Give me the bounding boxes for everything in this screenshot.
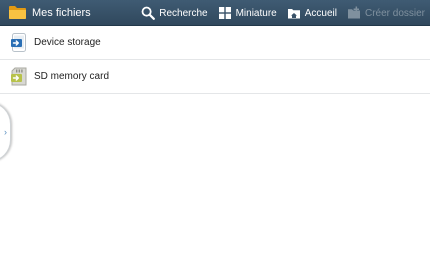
chevron-right-icon: › [4,127,7,137]
toolbar-actions: Recherche Miniature Accueil Créer dossie… [136,0,430,26]
create-folder-button[interactable]: Créer dossier [342,0,430,26]
list-item-device-storage[interactable]: Device storage [0,26,430,60]
search-button[interactable]: Recherche [136,0,212,26]
device-storage-label: Device storage [34,37,101,48]
sd-card-label: SD memory card [34,71,110,82]
home-button-label: Accueil [304,7,337,19]
app-title-button[interactable]: Mes fichiers [0,0,91,26]
create-folder-label: Créer dossier [364,7,425,19]
list-item-sd-card[interactable]: SD memory card [0,60,430,94]
action-bar: Mes fichiers Recherche Miniature Accueil… [0,0,430,26]
thumbnail-view-label: Miniature [235,7,277,19]
folder-icon [8,5,27,20]
my-files-screen: Mes fichiers Recherche Miniature Accueil… [0,0,430,268]
device-storage-icon [10,33,28,52]
sd-card-icon [10,67,28,86]
storage-list: Device storage SD memory card [0,26,430,94]
new-folder-icon [347,6,361,20]
grid-view-icon [218,6,232,20]
thumbnail-view-button[interactable]: Miniature [213,0,282,26]
home-button[interactable]: Accueil [282,0,342,26]
drawer-handle[interactable]: › [0,102,11,162]
home-folder-icon [287,6,301,20]
app-title: Mes fichiers [32,6,91,19]
search-icon [141,6,156,20]
search-button-label: Recherche [159,7,208,19]
